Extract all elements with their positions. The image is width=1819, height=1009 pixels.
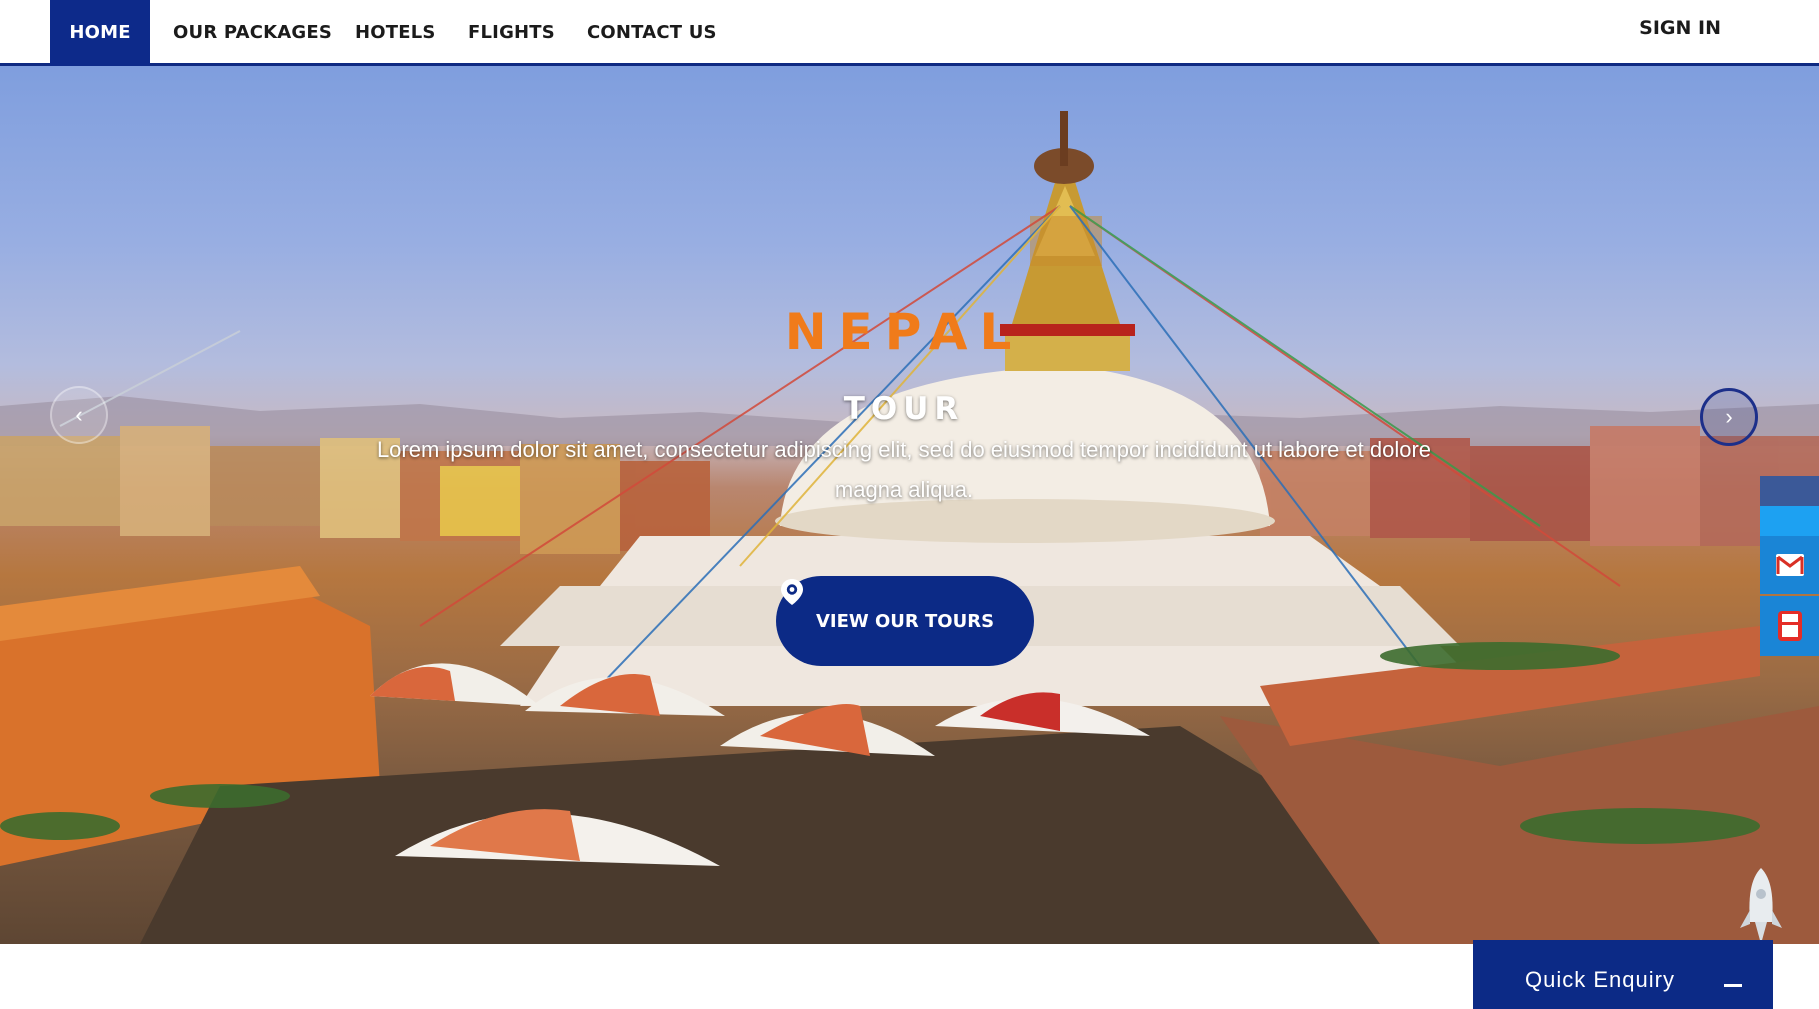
hero-subtitle: TOUR (843, 391, 965, 427)
chevron-right-icon: › (1725, 404, 1733, 429)
youtube-icon (1777, 611, 1802, 641)
nav-our-packages[interactable]: OUR PACKAGES (173, 0, 332, 66)
minimize-icon[interactable] (1724, 984, 1742, 987)
gmail-icon (1775, 554, 1804, 576)
nav-hotels[interactable]: HOTELS (355, 0, 436, 66)
quick-enquiry-label: Quick Enquiry (1525, 967, 1675, 992)
quick-enquiry-panel[interactable]: Quick Enquiry (1473, 940, 1773, 1009)
nav-home[interactable]: HOME (50, 0, 150, 66)
view-our-tours-label: VIEW OUR TOURS (815, 610, 995, 632)
twitter-share[interactable] (1760, 506, 1819, 536)
view-our-tours-button[interactable]: VIEW OUR TOURS (776, 576, 1034, 666)
slider-prev-button[interactable]: ‹ (50, 386, 108, 444)
hero-title: NEPAL (784, 303, 1024, 361)
chevron-left-icon: ‹ (75, 402, 83, 427)
facebook-share[interactable] (1760, 476, 1819, 506)
slider-next-button[interactable]: › (1700, 388, 1758, 446)
hero-slider: NEPAL TOUR Lorem ipsum dolor sit amet, c… (0, 66, 1819, 944)
hero-description: Lorem ipsum dolor sit amet, consectetur … (376, 437, 1432, 502)
youtube-share[interactable] (1760, 596, 1819, 656)
location-pin-icon (781, 579, 803, 605)
gmail-share[interactable] (1760, 536, 1819, 594)
nav-contact-us[interactable]: CONTACT US (587, 0, 717, 66)
sign-in-link[interactable]: SIGN IN (1639, 0, 1721, 56)
nav-flights[interactable]: FLIGHTS (468, 0, 555, 66)
top-navbar: HOME OUR PACKAGES HOTELS FLIGHTS CONTACT… (0, 0, 1819, 66)
scroll-top-rocket-icon[interactable] (1738, 866, 1784, 948)
